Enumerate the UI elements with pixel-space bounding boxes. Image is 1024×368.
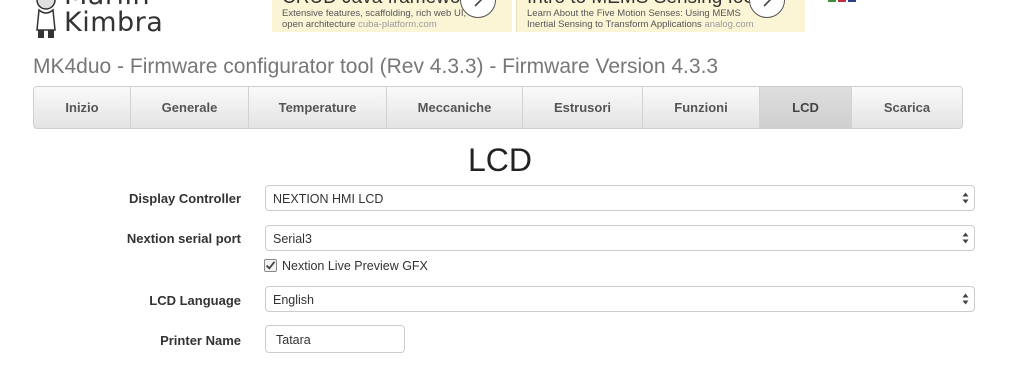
tab-inizio[interactable]: Inizio (34, 87, 131, 128)
lcd-language-label: LCD Language (149, 293, 241, 308)
lcd-language-select[interactable]: English (265, 286, 975, 312)
tab-funzioni[interactable]: Funzioni (643, 87, 760, 128)
page-title: MK4duo - Firmware configurator tool (Rev… (33, 55, 719, 78)
tab-estrusori[interactable]: Estrusori (523, 87, 643, 128)
lcd-language-value: English (273, 293, 314, 307)
ad-line-2-text: open architecture (282, 19, 356, 30)
ad-domain: analog.com (704, 19, 754, 30)
printer-name-input[interactable]: Tatara (265, 325, 405, 353)
check-icon (265, 261, 276, 270)
tab-lcd[interactable]: LCD (760, 87, 852, 128)
marlin-kimbra-logo[interactable]: Marlin Kimbra (32, 0, 182, 40)
ad-domain: cuba-platform.com (358, 19, 437, 30)
ad-banner-2[interactable]: Intro to MEMS Sensing IoS Learn About th… (516, 0, 805, 32)
display-controller-label: Display Controller (129, 191, 241, 206)
ad-line-2: Inertial Sensing to Transform Applicatio… (527, 19, 754, 30)
flag-icon-other[interactable] (848, 0, 856, 2)
ad-title: Intro to MEMS Sensing IoS (527, 0, 756, 8)
ad-title: CRUD Java framework (282, 0, 476, 8)
chevron-right-icon (763, 0, 772, 7)
logo-text: Marlin Kimbra (64, 0, 163, 36)
display-controller-select[interactable]: NEXTION HMI LCD (265, 185, 975, 211)
mascot-icon (36, 0, 56, 38)
up-down-arrows-icon (962, 232, 969, 244)
printer-name-value: Tatara (276, 333, 311, 347)
language-flags (828, 0, 856, 2)
ad-line-2: open architecture cuba-platform.com (282, 19, 437, 30)
tab-scarica[interactable]: Scarica (852, 87, 962, 128)
nextion-serial-port-value: Serial3 (273, 232, 312, 246)
flag-icon-en[interactable] (838, 0, 846, 2)
up-down-arrows-icon (962, 293, 969, 305)
main-tabs: Inizio Generale Temperature Meccaniche E… (33, 86, 963, 129)
tab-meccaniche[interactable]: Meccaniche (387, 87, 523, 128)
logo-line-2: Kimbra (64, 7, 164, 38)
chevron-right-icon (474, 0, 483, 7)
ad-line-2-text: Inertial Sensing to Transform Applicatio… (527, 19, 702, 30)
nextion-serial-port-label: Nextion serial port (126, 231, 241, 246)
ad-line-1: Extensive features, scaffolding, rich we… (282, 8, 467, 19)
flag-icon-it[interactable] (828, 0, 836, 2)
ad-line-1: Learn About the Five Motion Senses: Usin… (527, 8, 741, 19)
display-controller-value: NEXTION HMI LCD (273, 192, 384, 206)
ad-banner-1[interactable]: CRUD Java framework Extensive features, … (272, 0, 512, 32)
printer-name-label: Printer Name (160, 333, 241, 348)
ad-arrow-button[interactable] (749, 0, 785, 18)
nextion-serial-port-select[interactable]: Serial3 (265, 225, 975, 251)
tab-temperature[interactable]: Temperature (249, 87, 387, 128)
section-title: LCD (467, 142, 532, 178)
up-down-arrows-icon (962, 192, 969, 204)
tab-generale[interactable]: Generale (131, 87, 249, 128)
nextion-live-preview-checkbox[interactable] (264, 259, 277, 272)
nextion-live-preview-label: Nextion Live Preview GFX (282, 259, 428, 273)
